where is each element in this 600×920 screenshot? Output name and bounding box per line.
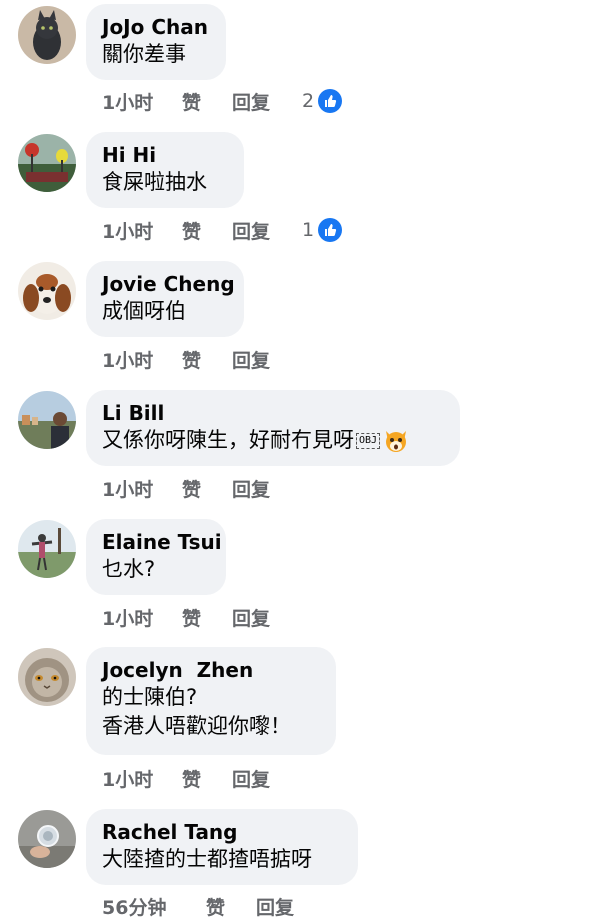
thumbs-up-icon	[318, 218, 343, 242]
comment-actions: 1小时 赞 回复	[102, 764, 302, 792]
reply-button[interactable]: 回复	[232, 88, 302, 115]
comment-bubble[interactable]: Hi Hi 食屎啦抽水	[86, 132, 244, 208]
avatar-persian-cat[interactable]	[18, 648, 76, 706]
reaction-count: 1	[302, 219, 315, 241]
commenter-name[interactable]: Elaine Tsui	[102, 529, 222, 555]
reply-button[interactable]: 回复	[232, 604, 302, 631]
comment-bubble[interactable]: Rachel Tang 大陸揸的士都揸唔掂呀	[86, 809, 358, 885]
timestamp[interactable]: 1小时	[102, 217, 182, 244]
comment-bubble[interactable]: Jocelyn Zhen 的士陳伯? 香港人唔歡迎你嚟！	[86, 647, 336, 755]
like-button[interactable]: 赞	[206, 893, 256, 920]
comment-actions: 1小时 赞 回复 2	[102, 87, 343, 115]
commenter-name[interactable]: Jovie Cheng	[102, 271, 235, 297]
comment-text: 的士陳伯?	[102, 685, 198, 709]
commenter-name[interactable]: JoJo Chan	[102, 14, 208, 40]
avatar-cat[interactable]	[18, 6, 76, 64]
avatar-dog[interactable]	[18, 262, 76, 320]
commenter-name[interactable]: Hi Hi	[102, 142, 226, 168]
commenter-name[interactable]: Jocelyn Zhen	[102, 657, 318, 683]
timestamp[interactable]: 1小时	[102, 88, 182, 115]
comment-actions: 56分钟 赞 回复	[102, 892, 326, 920]
comment-text: 關你差事	[102, 42, 186, 66]
reaction-count: 2	[302, 90, 315, 112]
timestamp[interactable]: 1小时	[102, 346, 182, 373]
avatar-scene[interactable]	[18, 134, 76, 192]
like-button[interactable]: 赞	[182, 217, 232, 244]
timestamp[interactable]: 1小时	[102, 604, 182, 631]
like-button[interactable]: 赞	[182, 88, 232, 115]
reply-button[interactable]: 回复	[256, 893, 326, 920]
reply-button[interactable]: 回复	[232, 765, 302, 792]
like-button[interactable]: 赞	[182, 475, 232, 502]
like-button[interactable]: 赞	[182, 346, 232, 373]
like-button[interactable]: 赞	[182, 765, 232, 792]
timestamp[interactable]: 1小时	[102, 765, 182, 792]
comment-text: 成個呀伯	[102, 299, 186, 323]
comment-actions: 1小时 赞 回复	[102, 474, 302, 502]
comment-text: 香港人唔歡迎你嚟！	[102, 714, 291, 738]
comment-text: 乜水?	[102, 557, 156, 581]
comment-actions: 1小时 赞 回复	[102, 345, 302, 373]
timestamp[interactable]: 1小时	[102, 475, 182, 502]
reaction-summary[interactable]: 1	[302, 218, 343, 242]
avatar-hand-globe[interactable]	[18, 810, 76, 868]
comment-bubble[interactable]: Elaine Tsui 乜水?	[86, 519, 226, 595]
comment-bubble[interactable]: JoJo Chan 關你差事	[86, 4, 226, 80]
reply-button[interactable]: 回复	[232, 475, 302, 502]
comment-text: 大陸揸的士都揸唔掂呀	[102, 847, 312, 871]
comment-actions: 1小时 赞 回复	[102, 603, 302, 631]
comment-text: 食屎啦抽水	[102, 170, 207, 194]
thumbs-up-icon	[318, 89, 343, 113]
comment-bubble[interactable]: Li Bill 又係你呀陳生，好耐冇見呀 OBJ	[86, 390, 460, 466]
shocked-fox-emoji-icon	[386, 431, 407, 452]
timestamp[interactable]: 56分钟	[102, 893, 206, 920]
comment-bubble[interactable]: Jovie Cheng 成個呀伯	[86, 261, 244, 337]
commenter-name[interactable]: Li Bill	[102, 400, 442, 426]
reaction-summary[interactable]: 2	[302, 89, 343, 113]
comment-actions: 1小时 赞 回复 1	[102, 216, 343, 244]
avatar-person-outdoors[interactable]	[18, 520, 76, 578]
reply-button[interactable]: 回复	[232, 217, 302, 244]
like-button[interactable]: 赞	[182, 604, 232, 631]
object-replacement-glyph: OBJ	[356, 433, 381, 449]
comment-text-content: 又係你呀陳生，好耐冇見呀	[102, 428, 354, 452]
commenter-name[interactable]: Rachel Tang	[102, 819, 340, 845]
avatar-person-city[interactable]	[18, 391, 76, 449]
comment-text: 又係你呀陳生，好耐冇見呀 OBJ	[102, 426, 442, 455]
reply-button[interactable]: 回复	[232, 346, 302, 373]
